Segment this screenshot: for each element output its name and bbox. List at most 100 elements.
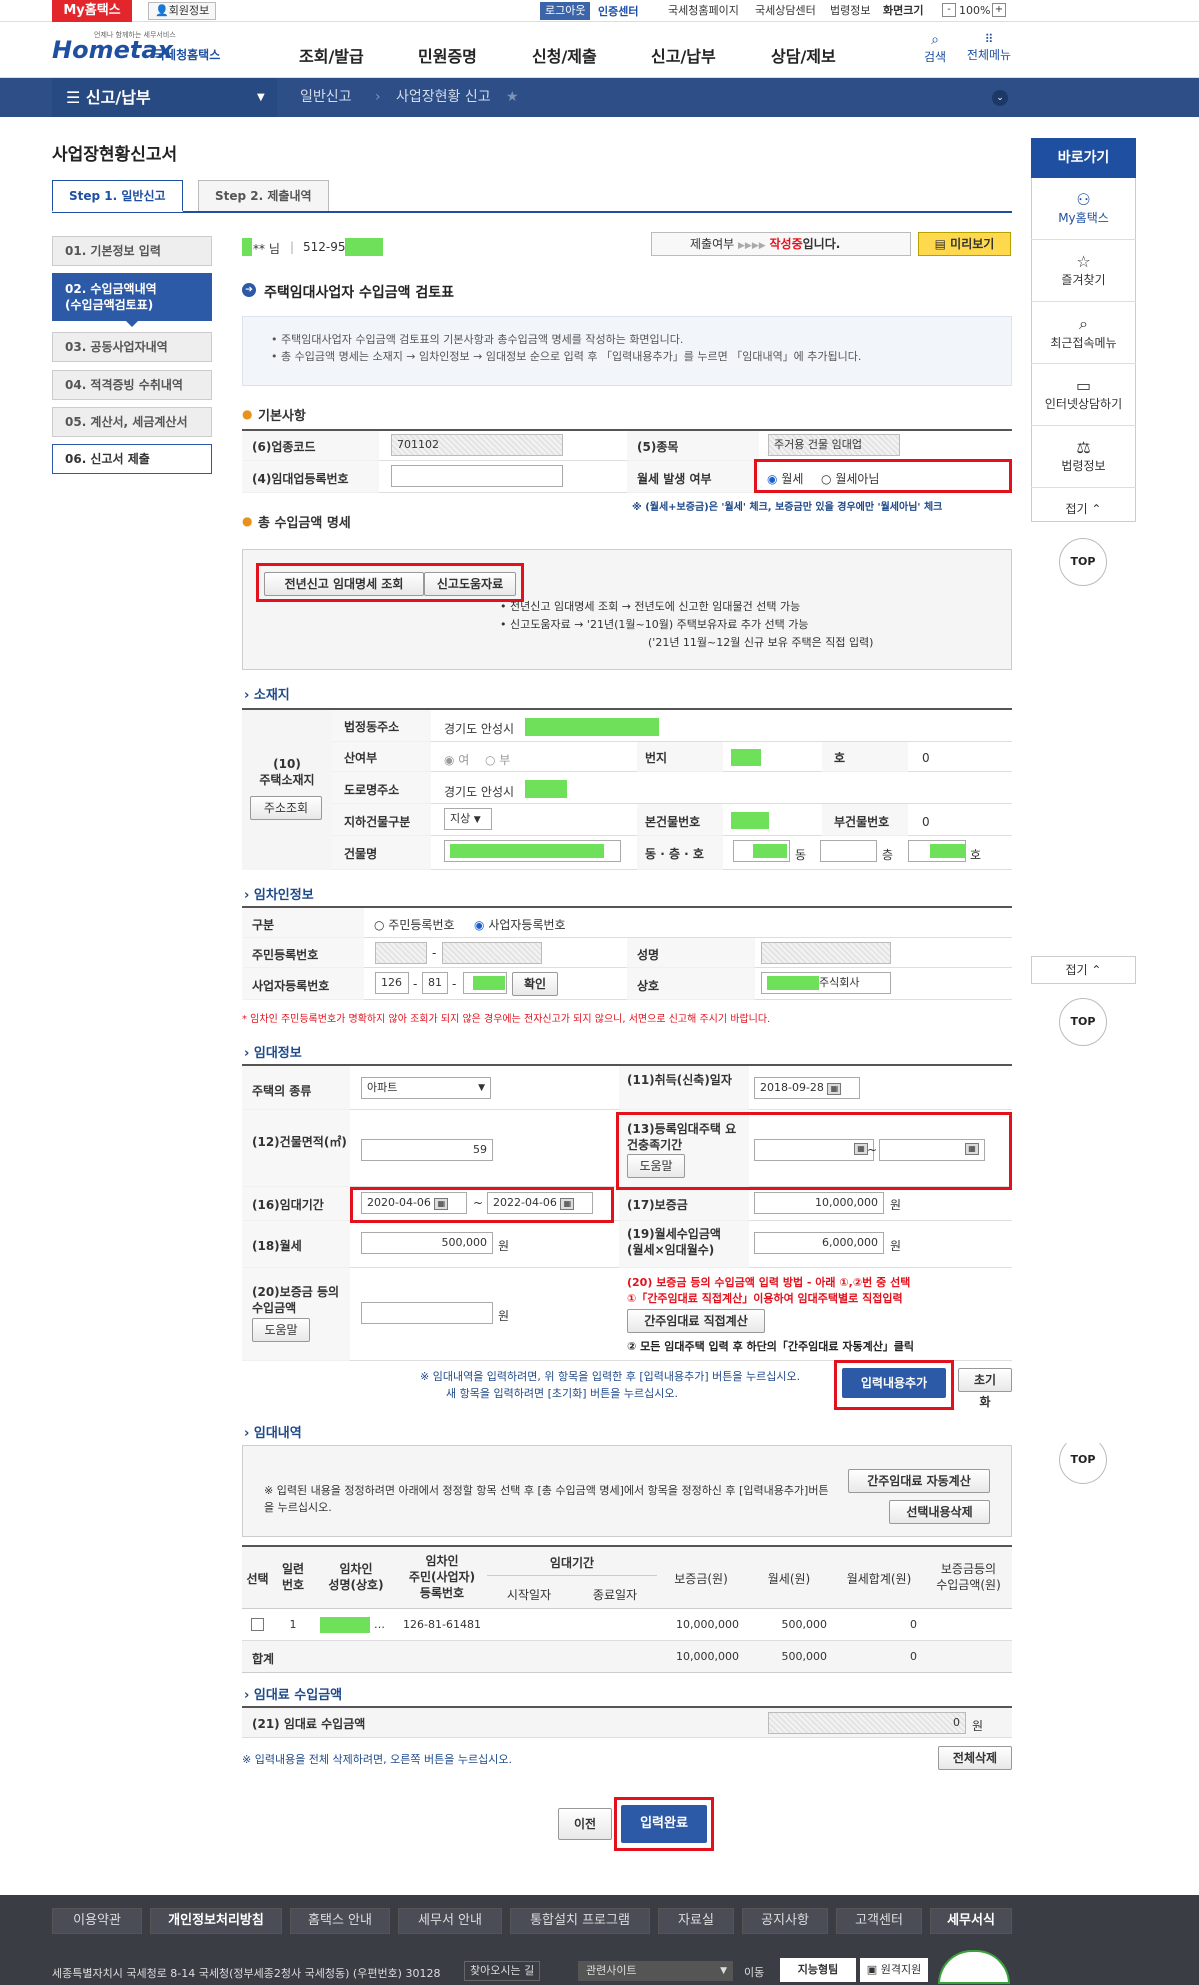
delete-all-button[interactable]: 전체삭제 — [938, 1746, 1012, 1770]
biz-no-3[interactable] — [463, 972, 507, 994]
footer-terms[interactable]: 이용약관 — [52, 1908, 142, 1934]
nav-expand-icon[interactable]: ⌄ — [992, 90, 1008, 106]
left-menu-evidence[interactable]: 04. 적격증빙 수취내역 — [52, 370, 212, 400]
add-entry-button[interactable]: 입력내용추가 — [842, 1368, 946, 1398]
calendar-icon[interactable]: ▦ — [965, 1143, 979, 1155]
related-sites-select[interactable]: 관련사이트 ▼ — [578, 1961, 733, 1981]
rent-yes-radio[interactable]: ◉ 월세 — [767, 470, 803, 487]
quick-fold-button[interactable]: 접기 ⌃ — [1031, 497, 1136, 521]
rent-no-radio[interactable]: ○ 월세아님 — [821, 470, 879, 487]
footer-notice[interactable]: 공지사항 — [742, 1908, 828, 1934]
address-search-button[interactable]: 주소조회 — [250, 796, 322, 820]
deposit-input[interactable]: 10,000,000 — [754, 1192, 884, 1214]
monthly-input[interactable]: 500,000 — [361, 1232, 493, 1254]
footer-install[interactable]: 통합설치 프로그램 — [510, 1908, 650, 1934]
gnb-apply[interactable]: 신청/제출 — [532, 43, 597, 67]
gnb-inquiry[interactable]: 조회/발급 — [299, 43, 364, 67]
nts-home-link[interactable]: 국세청홈페이지 — [668, 3, 739, 19]
company-field[interactable]: 주식회사 — [761, 972, 891, 994]
cert-center-link[interactable]: 인증센터 — [598, 3, 638, 19]
star-icon[interactable]: ★ — [506, 78, 519, 117]
mountain-yes-radio[interactable]: ◉ 여 — [444, 751, 469, 768]
left-menu-invoice[interactable]: 05. 계산서, 세금계산서 — [52, 407, 212, 437]
underground-select[interactable]: 지상 ▼ — [444, 808, 492, 830]
mountain-no-radio[interactable]: ○ 부 — [485, 751, 510, 768]
acquisition-date-input[interactable]: 2018-09-28 ▦ — [754, 1077, 860, 1099]
footer-privacy[interactable]: 개인정보처리방침 — [150, 1908, 282, 1934]
left-menu-income[interactable]: 02. 수입금액내역 (수입금액검토표) — [52, 273, 212, 321]
zoom-in-button[interactable]: + — [992, 3, 1006, 17]
top-button-3[interactable]: TOP — [1059, 1436, 1107, 1484]
ho-input[interactable] — [908, 840, 966, 862]
footer-office-guide[interactable]: 세무서 안내 — [398, 1908, 502, 1934]
house-type-select[interactable]: 아파트 ▼ — [361, 1077, 491, 1099]
complete-button[interactable]: 입력완료 — [621, 1805, 707, 1843]
help-data-button[interactable]: 신고도움자료 — [424, 572, 516, 596]
find-way-link[interactable]: 찾아오시는 길 — [464, 1961, 541, 1981]
member-info-link[interactable]: 👤회원정보 — [148, 2, 217, 20]
delete-selected-button[interactable]: 선택내용삭제 — [889, 1500, 990, 1524]
footer-customer[interactable]: 고객센터 — [836, 1908, 922, 1934]
area-input[interactable]: 59 — [361, 1139, 493, 1161]
deposit-income-help-button[interactable]: 도움말 — [252, 1318, 310, 1342]
biz-no-1[interactable]: 126 — [375, 972, 409, 994]
quick-favorites[interactable]: ☆ 즐겨찾기 — [1031, 240, 1136, 302]
gnb-consult[interactable]: 상담/제보 — [771, 43, 836, 67]
monthly-income-input[interactable]: 6,000,000 — [754, 1232, 884, 1254]
reset-button[interactable]: 초기화 — [958, 1368, 1012, 1409]
left-menu-submit[interactable]: 06. 신고서 제출 — [52, 444, 212, 474]
calendar-icon[interactable]: ▦ — [560, 1198, 575, 1210]
biz-confirm-button[interactable]: 확인 — [512, 972, 558, 996]
law-info-link[interactable]: 법령정보 — [830, 3, 870, 19]
quick-recent[interactable]: ⌕ 최근접속메뉴 — [1031, 302, 1136, 364]
row-checkbox[interactable] — [251, 1618, 264, 1631]
footer-library[interactable]: 자료실 — [658, 1908, 734, 1934]
reg-no-input[interactable] — [391, 465, 563, 487]
left-menu-basic-info[interactable]: 01. 기본정보 입력 — [52, 236, 212, 266]
hometax-logo[interactable]: 언제나 함께하는 세무서비스 Hometax 국세청홈택스 — [52, 28, 237, 72]
building-name-input[interactable] — [444, 840, 621, 862]
ai-badge[interactable]: 지능형팀 — [780, 1958, 856, 1982]
resident-radio[interactable]: ○ 주민등록번호 — [374, 916, 455, 933]
breadcrumb-general[interactable]: 일반신고 — [300, 78, 352, 117]
biz-no-2[interactable]: 81 — [422, 972, 448, 994]
floor-input[interactable] — [820, 840, 877, 862]
prev-year-lookup-button[interactable]: 전년신고 임대명세 조회 — [264, 572, 424, 596]
quick-consult[interactable]: ▭ 인터넷상담하기 — [1031, 364, 1136, 426]
quick-fold-button-2[interactable]: 접기 ⌃ — [1031, 956, 1136, 984]
calendar-icon[interactable]: ▦ — [827, 1083, 842, 1095]
deposit-income-input[interactable] — [361, 1302, 493, 1324]
preview-button[interactable]: ▤ 미리보기 — [918, 232, 1011, 256]
top-button-2[interactable]: TOP — [1059, 998, 1107, 1046]
auto-calc-button[interactable]: 간주임대료 자동계산 — [848, 1469, 990, 1493]
biz-radio[interactable]: ◉ 사업자등록번호 — [474, 916, 566, 933]
all-menu-button[interactable]: ⠿ 전체메뉴 — [960, 32, 1018, 63]
breadcrumb-business[interactable]: 사업장현황 신고 — [396, 78, 491, 117]
tab-step1[interactable]: Step 1. 일반신고 — [52, 180, 183, 212]
period-from-input[interactable]: 2020-04-06 ▦ — [361, 1192, 467, 1214]
left-menu-partners[interactable]: 03. 공동사업자내역 — [52, 332, 212, 362]
nav-menu-select[interactable]: ☰ 신고/납부 ▼ — [52, 78, 277, 117]
search-button[interactable]: ⌕ 검색 — [917, 32, 953, 65]
direct-calc-button[interactable]: 간주임대료 직접계산 — [627, 1309, 765, 1333]
tab-step2[interactable]: Step 2. 제출내역 — [198, 180, 329, 212]
quick-law[interactable]: ⚖ 법령정보 — [1031, 426, 1136, 488]
footer-hometax-guide[interactable]: 홈택스 안내 — [290, 1908, 390, 1934]
gnb-report[interactable]: 신고/납부 — [651, 43, 716, 67]
logout-button[interactable]: 로그아웃 — [540, 2, 591, 20]
gnb-certificate[interactable]: 민원증명 — [418, 43, 477, 67]
remote-support-badge[interactable]: ▣ 원격지원 — [860, 1958, 928, 1982]
footer-forms[interactable]: 세무서식 — [930, 1908, 1012, 1934]
zoom-out-button[interactable]: - — [942, 3, 956, 17]
quick-myhome[interactable]: ⚇ My홈택스 — [1031, 178, 1136, 240]
go-button[interactable]: 이동 — [744, 1964, 764, 1980]
reg-period-from-input[interactable]: ▦ — [754, 1139, 874, 1161]
dong-input[interactable] — [733, 840, 790, 862]
nts-consult-link[interactable]: 국세상담센터 — [755, 3, 816, 19]
reg-period-to-input[interactable]: ▦ — [879, 1139, 985, 1161]
myhome-link[interactable]: My홈택스 — [52, 0, 132, 22]
calendar-icon[interactable]: ▦ — [854, 1143, 868, 1155]
reg-period-help-button[interactable]: 도움말 — [627, 1154, 685, 1178]
prev-button[interactable]: 이전 — [558, 1808, 612, 1840]
period-to-input[interactable]: 2022-04-06 ▦ — [487, 1192, 593, 1214]
